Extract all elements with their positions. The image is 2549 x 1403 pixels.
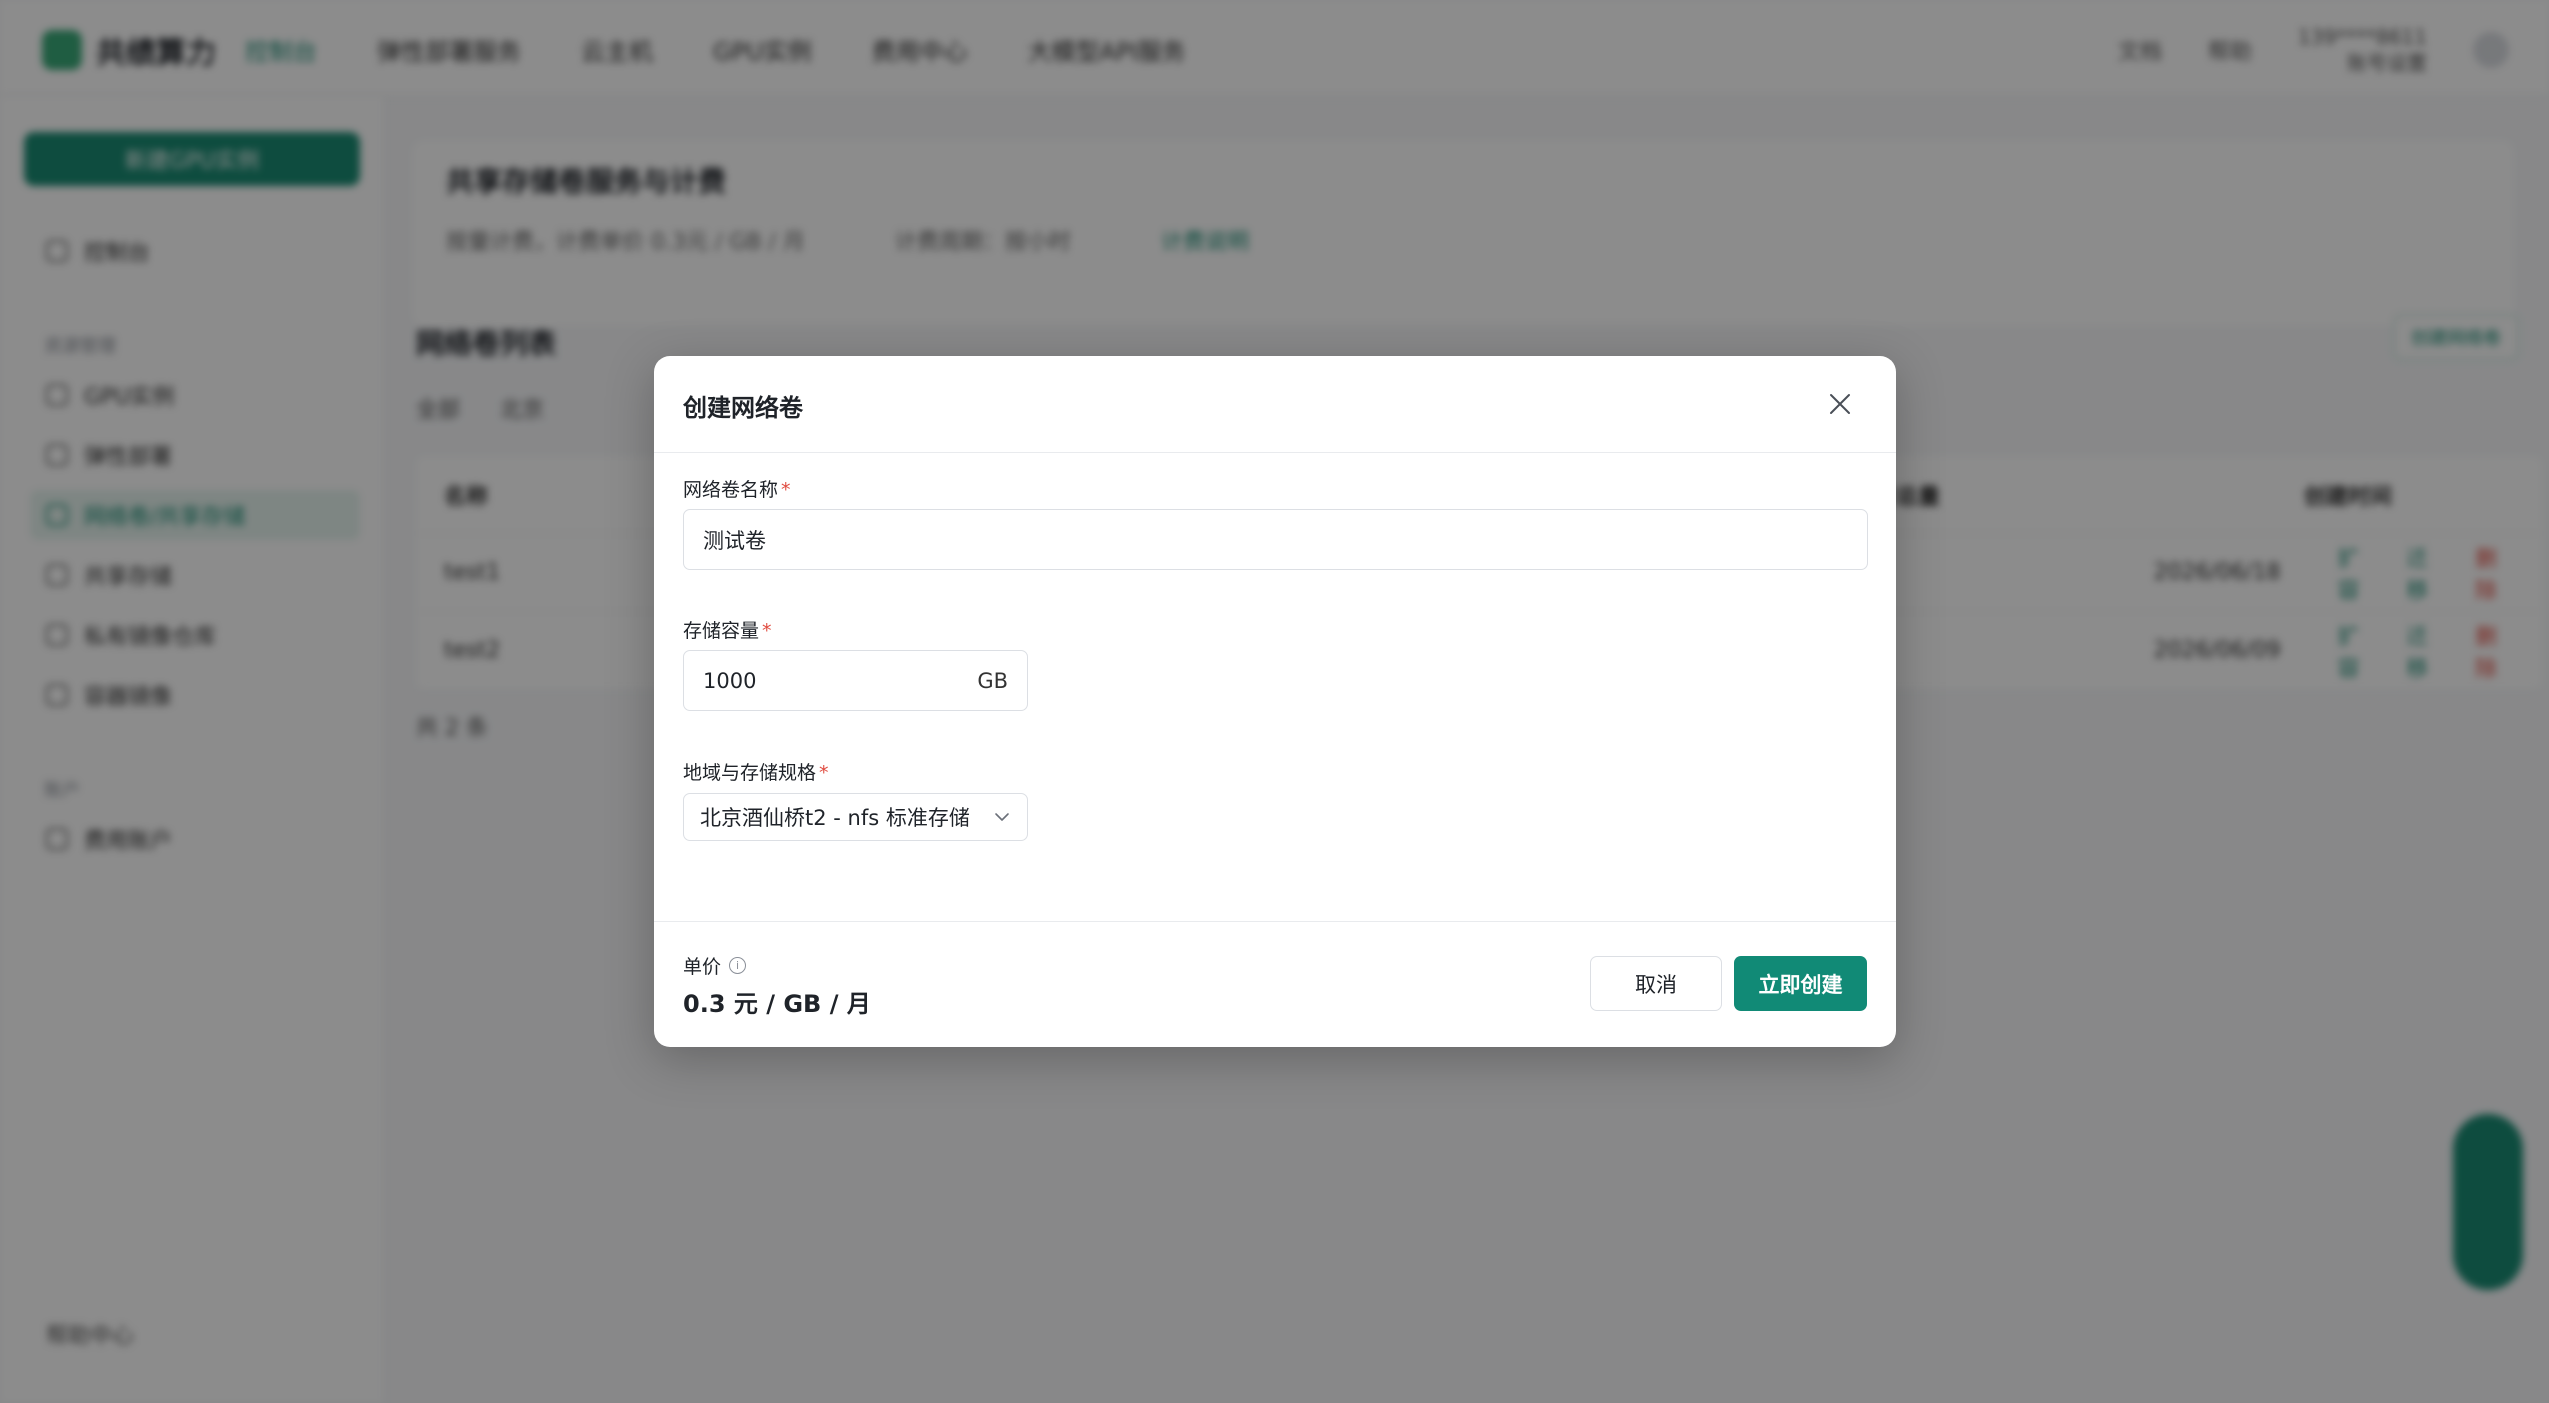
capacity-label-text: 存储容量: [683, 620, 760, 642]
volume-name-label: 网络卷名称 *: [683, 475, 791, 502]
volume-name-label-text: 网络卷名称: [683, 479, 779, 501]
close-icon: [1830, 394, 1850, 414]
required-mark: *: [762, 620, 772, 642]
dialog-title: 创建网络卷: [683, 394, 803, 422]
dialog-footer: 单价 i 0.3 元 / GB / 月 取消 立即创建: [654, 921, 1896, 1047]
create-now-button[interactable]: 立即创建: [1734, 956, 1867, 1011]
cancel-button[interactable]: 取消: [1590, 956, 1722, 1011]
capacity-input[interactable]: [703, 668, 903, 693]
region-label-text: 地域与存储规格: [683, 762, 817, 784]
capacity-label: 存储容量 *: [683, 616, 772, 643]
required-mark: *: [781, 479, 791, 501]
app-root: 共绩算力 控制台 弹性部署服务 云主机 GPU实例 费用中心 大模型API服务 …: [0, 0, 2549, 1403]
dialog-header: 创建网络卷: [654, 356, 1896, 453]
create-volume-dialog: 创建网络卷 网络卷名称* 存储容量* GB 地域与存储规格*: [654, 356, 1896, 1047]
close-button[interactable]: [1824, 388, 1856, 420]
chevron-down-icon: [995, 813, 1009, 821]
info-icon[interactable]: i: [729, 957, 747, 974]
volume-name-input[interactable]: [703, 527, 1867, 552]
unit-price-value: 0.3 元 / GB / 月: [683, 990, 871, 1018]
region-select-value: 北京酒仙桥t2 - nfs 标准存储: [700, 806, 970, 830]
required-mark: *: [819, 762, 829, 784]
volume-name-field[interactable]: [683, 509, 1868, 570]
capacity-unit: GB: [977, 669, 1008, 693]
region-label: 地域与存储规格 *: [683, 758, 829, 785]
unit-price-label: 单价 i: [683, 952, 747, 979]
unit-price-label-text: 单价: [683, 956, 722, 978]
dialog-body: 网络卷名称* 存储容量* GB 地域与存储规格* 北京酒仙桥t2 - nfs 标…: [654, 453, 1896, 921]
region-select[interactable]: 北京酒仙桥t2 - nfs 标准存储: [683, 793, 1028, 841]
capacity-field[interactable]: GB: [683, 650, 1028, 711]
